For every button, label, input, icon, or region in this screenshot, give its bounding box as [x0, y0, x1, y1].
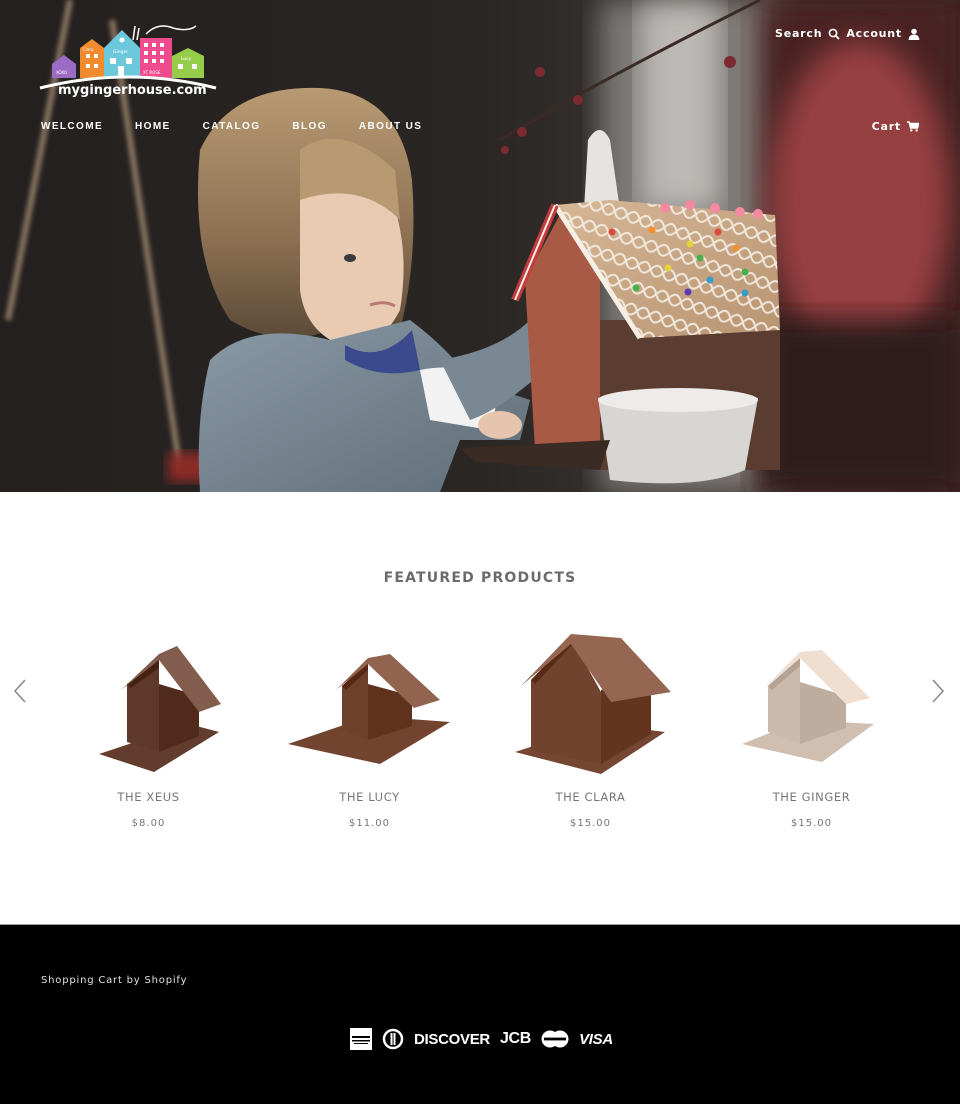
- cart-link[interactable]: Cart: [872, 120, 919, 133]
- product-name[interactable]: THE CLARA: [556, 790, 626, 804]
- section-title: FEATURED PRODUCTS: [383, 570, 577, 586]
- payment-methods: DISCOVER JCB VISA: [350, 1028, 613, 1050]
- search-link[interactable]: Search: [775, 27, 840, 40]
- product-name[interactable]: THE XEUS: [117, 790, 179, 804]
- user-icon: [908, 28, 920, 40]
- carousel-prev-button[interactable]: [12, 677, 28, 705]
- search-label: Search: [774, 27, 823, 40]
- jcb-icon: JCB: [499, 1030, 532, 1047]
- svg-text:Lucy: Lucy: [181, 56, 192, 62]
- nav-about-us[interactable]: ABOUT US: [359, 121, 422, 132]
- hero-banner: XOXO Clara Ginger XT ROSE Lucy mygingerh…: [0, 0, 960, 492]
- site-logo[interactable]: XOXO Clara Ginger XT ROSE Lucy mygingerh…: [38, 18, 220, 100]
- amex-icon: [350, 1028, 372, 1050]
- shopify-credit-link[interactable]: Shopping Cart by Shopify: [41, 975, 187, 986]
- utility-links: Search Account: [775, 27, 920, 40]
- product-card[interactable]: THE LUCY $11.00: [259, 624, 480, 829]
- featured-products-section: FEATURED PRODUCTS THE XEUS $8.00 THE LUC…: [0, 492, 960, 924]
- nav-catalog[interactable]: CATALOG: [203, 121, 261, 132]
- svg-text:XT ROSE: XT ROSE: [143, 70, 161, 75]
- product-price: $15.00: [570, 818, 611, 829]
- product-image[interactable]: [501, 624, 681, 774]
- discover-icon: DISCOVER: [414, 1030, 490, 1048]
- site-footer: Shopping Cart by Shopify DISCOVER JCB VI…: [0, 924, 960, 1104]
- logo-text: mygingerhouse.com: [58, 83, 207, 98]
- site-header: XOXO Clara Ginger XT ROSE Lucy mygingerh…: [0, 0, 960, 150]
- svg-text:XOXO: XOXO: [56, 70, 67, 75]
- account-label: Account: [846, 27, 902, 40]
- carousel-next-button[interactable]: [930, 677, 946, 705]
- svg-text:Ginger: Ginger: [113, 49, 128, 55]
- product-card[interactable]: THE XEUS $8.00: [38, 624, 259, 829]
- diners-club-icon: [382, 1028, 404, 1050]
- chevron-left-icon: [13, 679, 26, 703]
- product-card[interactable]: THE GINGER $15.00: [701, 624, 922, 829]
- visa-icon: VISA: [579, 1030, 613, 1048]
- product-price: $15.00: [791, 818, 832, 829]
- product-image[interactable]: [280, 624, 460, 774]
- nav-blog[interactable]: BLOG: [292, 121, 327, 132]
- account-link[interactable]: Account: [846, 27, 920, 40]
- search-icon: [828, 28, 840, 40]
- nav-welcome[interactable]: WELCOME: [41, 121, 103, 132]
- mastercard-icon: [541, 1030, 569, 1048]
- cart-icon: [907, 121, 919, 132]
- nav-home[interactable]: HOME: [135, 121, 171, 132]
- product-price: $8.00: [131, 818, 166, 829]
- logo-houses-icon: XOXO Clara Ginger XT ROSE Lucy: [52, 25, 204, 78]
- product-name[interactable]: THE GINGER: [773, 790, 851, 804]
- product-image[interactable]: [722, 624, 902, 774]
- main-nav: WELCOME HOME CATALOG BLOG ABOUT US: [41, 121, 454, 132]
- product-card[interactable]: THE CLARA $15.00: [480, 624, 701, 829]
- cart-label: Cart: [871, 120, 901, 133]
- product-price: $11.00: [349, 818, 390, 829]
- product-carousel: THE XEUS $8.00 THE LUCY $11.00 THE CLARA…: [38, 624, 922, 829]
- product-image[interactable]: [59, 624, 239, 774]
- svg-text:Clara: Clara: [83, 47, 94, 52]
- product-name[interactable]: THE LUCY: [339, 790, 400, 804]
- chevron-right-icon: [932, 679, 945, 703]
